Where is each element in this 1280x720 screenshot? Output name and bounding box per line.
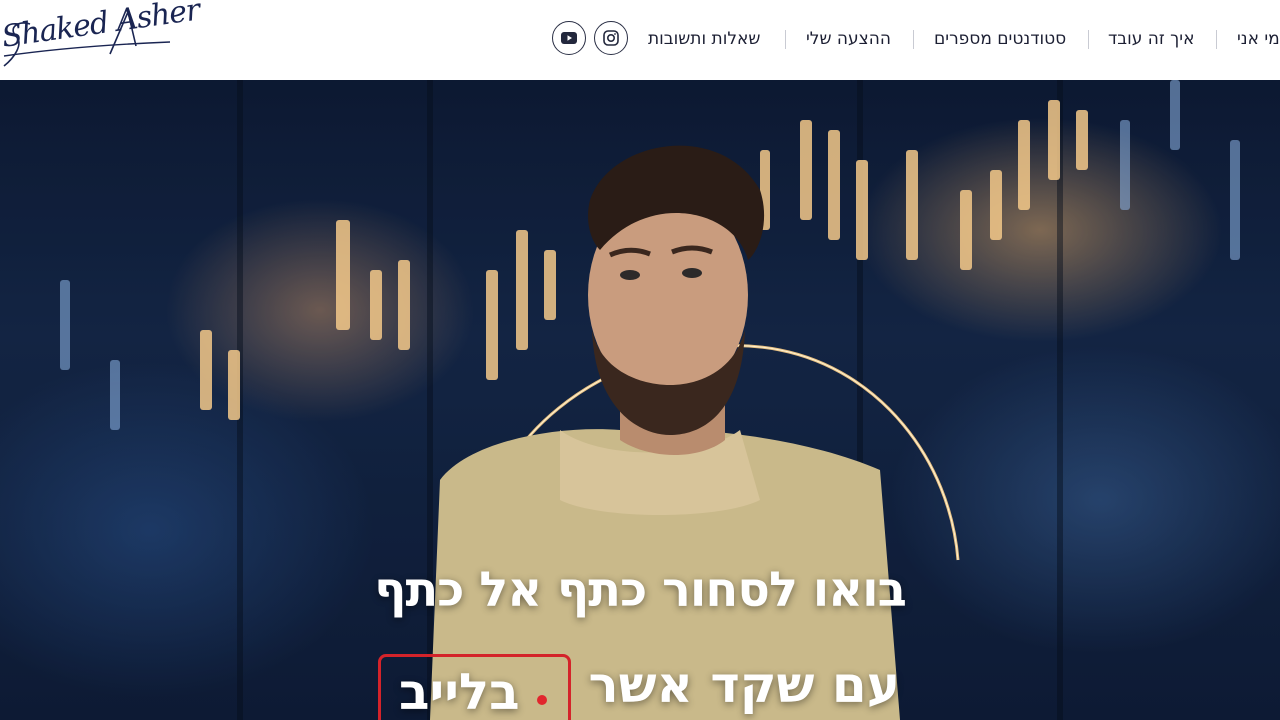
hero-headline-row: עם שקד אשר בלייב xyxy=(370,654,930,720)
nav-divider xyxy=(785,30,786,49)
hero-headline-line1: בואו לסחור כתף אל כתף xyxy=(374,562,907,618)
live-badge: בלייב xyxy=(378,654,571,720)
nav-divider xyxy=(1216,30,1217,49)
youtube-icon xyxy=(561,32,577,44)
nav-item-faq[interactable]: שאלות ותשובות xyxy=(648,29,760,49)
live-dot-icon xyxy=(537,695,547,705)
hero-background-image xyxy=(0,80,1280,720)
logo[interactable]: Shaked Asher xyxy=(0,0,201,74)
nav-item-testimonials[interactable]: סטודנטים מספרים xyxy=(934,29,1066,49)
nav-item-offer[interactable]: ההצעה שלי xyxy=(806,29,891,49)
live-badge-label: בלייב xyxy=(399,663,520,720)
nav-item-about[interactable]: מי אני xyxy=(1237,29,1280,49)
nav-divider xyxy=(1088,30,1089,49)
site-header: Shaked Asher מי אני איך זה עובד סטודנטים… xyxy=(0,0,1280,80)
instagram-icon xyxy=(603,30,619,46)
main-nav: מי אני איך זה עובד סטודנטים מספרים ההצעה… xyxy=(640,0,1280,80)
hero-headline-line2: עם שקד אשר xyxy=(588,656,900,714)
hero-section: בואו לסחור כתף אל כתף עם שקד אשר בלייב xyxy=(0,80,1280,720)
instagram-button[interactable] xyxy=(594,21,628,55)
nav-item-how-it-works[interactable]: איך זה עובד xyxy=(1108,29,1194,49)
youtube-button[interactable] xyxy=(552,21,586,55)
nav-divider xyxy=(913,30,914,49)
